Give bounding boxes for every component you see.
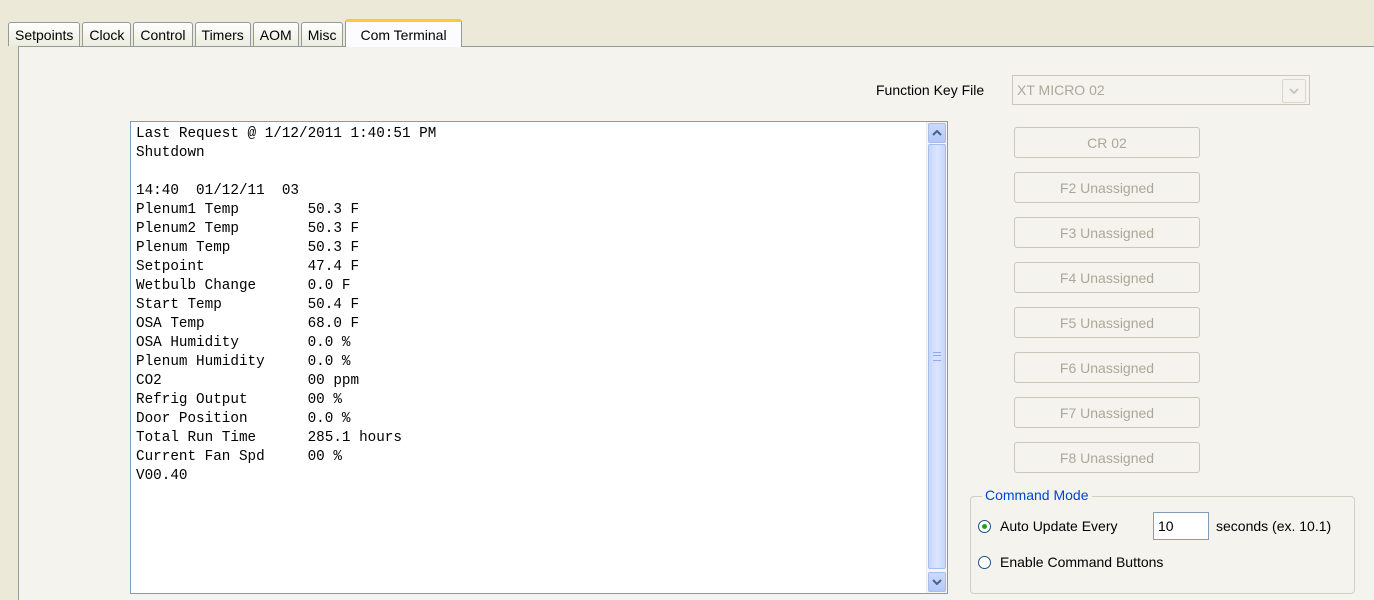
tab-misc[interactable]: Misc <box>300 22 344 46</box>
tab-control[interactable]: Control <box>133 22 193 46</box>
terminal-line: Current Fan Spd 00 % <box>136 449 342 465</box>
auto-update-label: Auto Update Every <box>1000 518 1118 534</box>
f8-button[interactable]: F8 Unassigned <box>1014 442 1200 473</box>
function-key-file-label: Function Key File <box>876 82 985 98</box>
terminal-line: Total Run Time 285.1 hours <box>136 430 402 446</box>
f2-button[interactable]: F2 Unassigned <box>1014 172 1200 203</box>
terminal-output[interactable]: Last Request @ 1/12/2011 1:40:51 PM Shutd… <box>130 121 948 594</box>
terminal-line: Setpoint 47.4 F <box>136 259 360 275</box>
terminal-line: OSA Temp 68.0 F <box>136 316 360 332</box>
f4-button[interactable]: F4 Unassigned <box>1014 262 1200 293</box>
terminal-line: Plenum1 Temp 50.3 F <box>136 202 360 218</box>
tab-com-terminal[interactable]: Com Terminal <box>345 19 462 47</box>
tab-setpoints[interactable]: Setpoints <box>8 22 81 46</box>
f3-button[interactable]: F3 Unassigned <box>1014 217 1200 248</box>
enable-command-buttons-radio[interactable] <box>978 556 991 569</box>
interval-suffix-label: seconds (ex. 10.1) <box>1216 518 1332 534</box>
scroll-down-button[interactable] <box>928 572 946 592</box>
tab-timers[interactable]: Timers <box>194 22 251 46</box>
update-interval-input[interactable] <box>1153 512 1209 540</box>
tab-strip: Setpoints Clock Control Timers AOM Misc … <box>8 19 464 47</box>
chevron-down-icon <box>932 579 942 585</box>
terminal-line: Start Temp 50.4 F <box>136 297 360 313</box>
terminal-line: Refrig Output 00 % <box>136 392 342 408</box>
terminal-line: Door Position 0.0 % <box>136 411 351 427</box>
f6-button[interactable]: F6 Unassigned <box>1014 352 1200 383</box>
auto-update-radio[interactable] <box>978 520 991 533</box>
scroll-up-button[interactable] <box>928 123 946 143</box>
chevron-down-icon[interactable] <box>1282 79 1306 103</box>
function-key-file-value: XT MICRO 02 <box>1017 82 1105 98</box>
terminal-text: Last Request @ 1/12/2011 1:40:51 PM Shutd… <box>136 125 923 593</box>
terminal-line: Wetbulb Change 0.0 F <box>136 278 351 294</box>
terminal-line: Plenum Temp 50.3 F <box>136 240 360 256</box>
terminal-line: Last Request @ 1/12/2011 1:40:51 PM <box>136 126 437 142</box>
terminal-line: V00.40 <box>136 468 188 484</box>
scroll-thumb[interactable] <box>928 144 946 569</box>
terminal-line: 14:40 01/12/11 03 <box>136 183 300 199</box>
grip-icon <box>933 352 941 361</box>
tab-clock[interactable]: Clock <box>82 22 132 46</box>
terminal-scrollbar[interactable] <box>926 122 947 593</box>
function-key-file-select[interactable]: XT MICRO 02 <box>1012 75 1310 105</box>
tab-aom[interactable]: AOM <box>252 22 299 46</box>
command-mode-title: Command Mode <box>982 487 1092 503</box>
terminal-line: Plenum Humidity 0.0 % <box>136 354 351 370</box>
f5-button[interactable]: F5 Unassigned <box>1014 307 1200 338</box>
chevron-up-icon <box>932 130 942 136</box>
terminal-line: OSA Humidity 0.0 % <box>136 335 351 351</box>
terminal-line: Plenum2 Temp 50.3 F <box>136 221 360 237</box>
enable-command-buttons-label: Enable Command Buttons <box>1000 554 1164 570</box>
command-mode-group <box>970 496 1355 594</box>
f7-button[interactable]: F7 Unassigned <box>1014 397 1200 428</box>
terminal-line: Shutdown <box>136 145 205 161</box>
cr-button[interactable]: CR 02 <box>1014 127 1200 158</box>
terminal-line: CO2 00 ppm <box>136 373 360 389</box>
